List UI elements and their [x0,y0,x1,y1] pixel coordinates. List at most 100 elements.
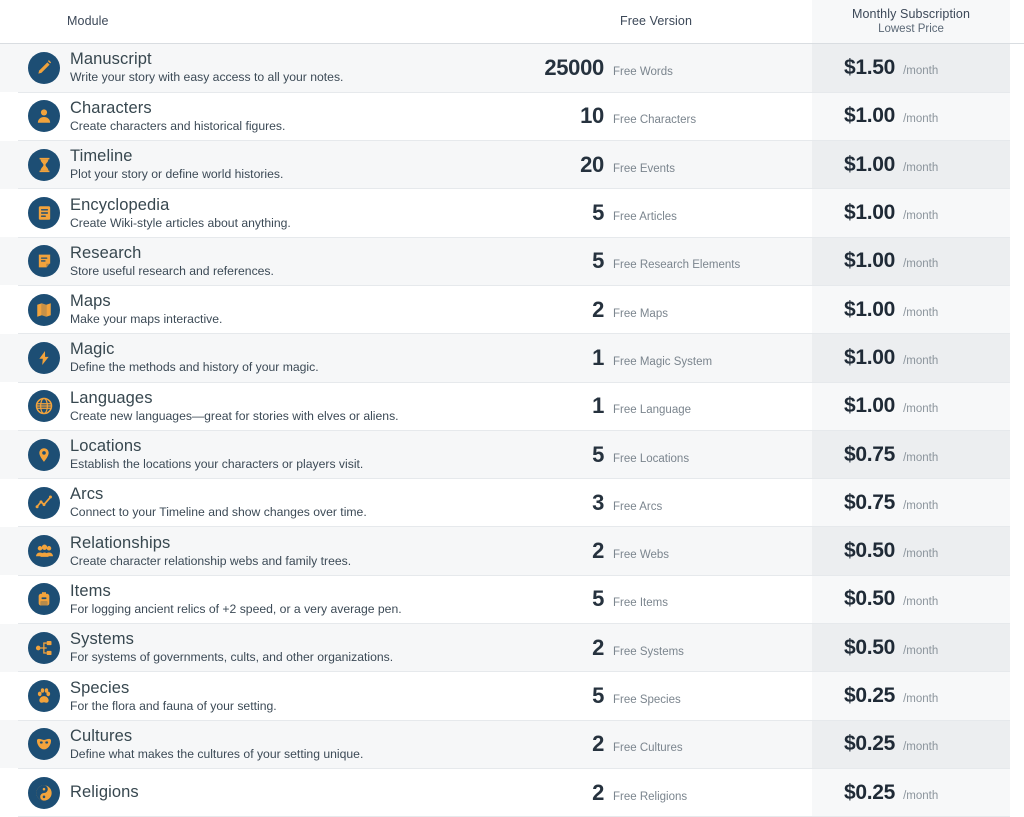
table-row[interactable]: Relationships Create character relations… [0,526,1024,576]
module-title: Maps [70,292,111,311]
row-pad-left [0,575,18,624]
user-icon [28,100,60,133]
row-pad-left [0,623,18,672]
subscription-cell: $0.75 /month [812,478,1010,528]
line-chart-icon [28,486,60,519]
subscription-period: /month [903,451,939,464]
module-title: Manuscript [70,50,152,69]
row-pad-left [0,140,18,189]
table-row[interactable]: Maps Make your maps interactive. 2 Free … [0,285,1024,335]
module-title: Systems [70,630,134,649]
column-header-module-label: Module [67,14,109,28]
module-title: Characters [70,98,152,117]
mask-icon [28,728,60,761]
row-pad-right [1010,188,1024,238]
free-amount: 5 [592,200,604,226]
free-amount: 2 [592,296,604,322]
row-pad-left [0,671,18,721]
row-pad-right [1010,140,1024,189]
table-row[interactable]: Languages Create new languages—great for… [0,382,1024,431]
row-pad-left [0,478,18,527]
subscription-price: $1.00 [844,201,896,225]
module-description: Define the methods and history of your m… [70,360,319,375]
table-row[interactable]: Cultures Define what makes the cultures … [0,720,1024,769]
module-description: Create new languages—great for stories w… [70,408,399,423]
table-row[interactable]: Characters Create characters and histori… [0,92,1024,142]
subscription-price: $1.00 [844,345,896,369]
row-pad-left [0,430,18,479]
globe-icon [28,390,60,423]
module-title: Items [70,581,111,600]
map-icon [28,293,60,326]
free-amount: 1 [592,344,604,370]
module-title: Species [70,678,130,697]
free-version-cell: 2 Free Religions [500,768,812,817]
row-pad-left [0,92,18,141]
module-description: Write your story with easy access to all… [70,70,344,85]
table-row[interactable]: Timeline Plot your story or define world… [0,140,1024,190]
row-pad-right [1010,671,1024,721]
subscription-cell: $1.00 /month [812,140,1010,190]
table-row[interactable]: Research Store useful research and refer… [0,237,1024,286]
table-row[interactable]: Arcs Connect to your Timeline and show c… [0,478,1024,528]
free-amount: 1 [592,393,604,419]
subscription-period: /month [903,64,939,77]
subscription-cell: $1.00 /month [812,382,1010,431]
row-pad-left [0,720,18,769]
subscription-period: /month [903,499,939,512]
backpack-icon [28,583,60,616]
module-title: Locations [70,437,142,456]
subscription-price: $0.50 [844,539,896,563]
subscription-price: $1.00 [844,152,896,176]
table-row[interactable]: Magic Define the methods and history of … [0,333,1024,383]
table-row[interactable]: Items For logging ancient relics of +2 s… [0,575,1024,625]
free-amount: 5 [592,248,604,274]
table-row[interactable]: Species For the flora and fauna of your … [0,671,1024,721]
hourglass-icon [28,148,60,181]
module-description: For systems of governments, cults, and o… [70,650,394,665]
table-row[interactable]: Locations Establish the locations your c… [0,430,1024,480]
column-header-module: Module [18,0,500,43]
subscription-period: /month [903,161,939,174]
table-row[interactable]: Manuscript Write your story with easy ac… [0,44,1024,93]
module-description: Create character relationship webs and f… [70,553,352,568]
subscription-cell: $1.50 /month [812,44,1010,93]
lightning-bolt-icon [28,341,60,374]
free-unit-label: Free Events [613,162,675,175]
free-version-cell: 3 Free Arcs [500,478,812,528]
pencil-icon [28,51,60,84]
module-cell: Items For logging ancient relics of +2 s… [18,575,500,625]
module-cell: Systems For systems of governments, cult… [18,623,500,673]
module-cell: Research Store useful research and refer… [18,237,500,286]
row-pad-right [1010,720,1024,769]
free-unit-label: Free Species [613,694,681,706]
free-unit-label: Free Religions [613,790,688,803]
table-row[interactable]: Systems For systems of governments, cult… [0,623,1024,673]
row-pad-right [1010,623,1024,672]
column-header-lowest-price-label: Lowest Price [878,22,944,35]
module-title: Cultures [70,726,133,745]
free-version-cell: 1 Free Language [500,382,812,431]
row-pad-left [0,382,18,431]
free-amount: 5 [592,683,604,708]
header-spacer-left [0,0,18,43]
subscription-cell: $0.50 /month [812,623,1010,673]
row-pad-right [1010,526,1024,576]
free-version-cell: 2 Free Maps [500,285,812,335]
table-row[interactable]: Encyclopedia Create Wiki-style articles … [0,188,1024,238]
free-version-cell: 5 Free Locations [500,430,812,480]
subscription-price: $1.00 [844,104,896,128]
module-description: For the flora and fauna of your setting. [70,698,277,713]
module-cell: Arcs Connect to your Timeline and show c… [18,478,500,528]
free-version-cell: 5 Free Articles [500,188,812,238]
free-amount: 2 [592,731,604,757]
free-unit-label: Free Arcs [613,500,663,513]
subscription-price: $1.00 [844,249,896,273]
free-version-cell: 1 Free Magic System [500,333,812,383]
free-version-cell: 20 Free Events [500,140,812,190]
map-pin-icon [28,438,60,471]
module-description: Make your maps interactive. [70,312,223,327]
module-cell: Species For the flora and fauna of your … [18,671,500,721]
subscription-cell: $1.00 /month [812,333,1010,383]
table-row[interactable]: Religions 2 Free Religions $0.25 /month [0,768,1024,817]
